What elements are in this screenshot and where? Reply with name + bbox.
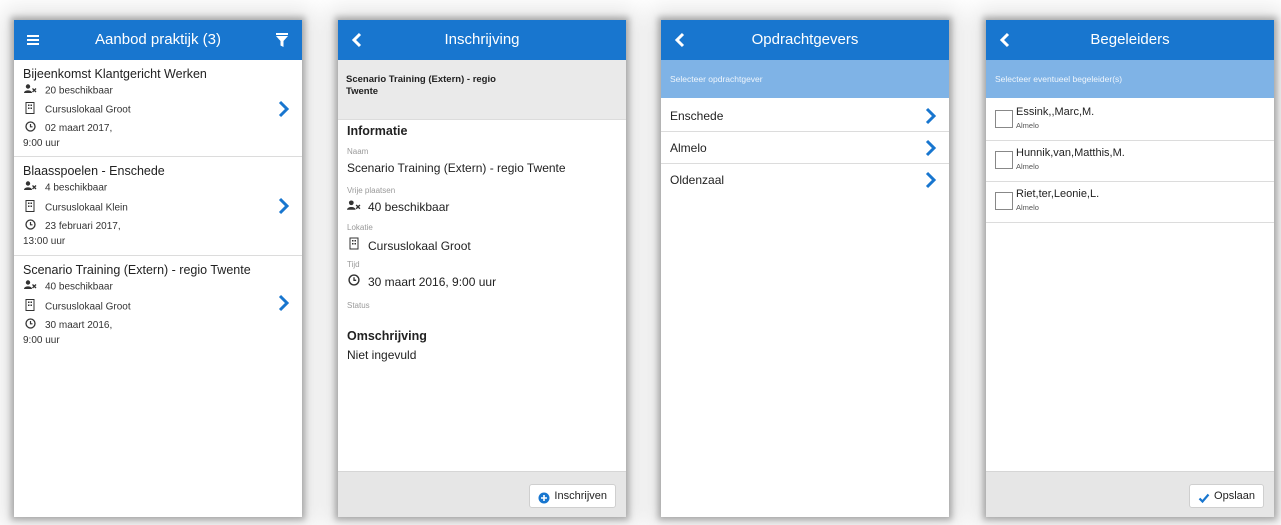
- chevron-right-icon[interactable]: [277, 100, 291, 118]
- person-city: Almelo: [1016, 203, 1039, 212]
- subheader-bar: Selecteer eventueel begeleider(s): [986, 60, 1274, 98]
- spots-value: 40 beschikbaar: [347, 200, 449, 214]
- back-icon[interactable]: [996, 30, 1016, 50]
- item-label: Oldenzaal: [670, 173, 725, 187]
- item-label: Enschede: [670, 109, 724, 123]
- list-item[interactable]: Blaasspoelen - Enschede 4 beschikbaar Cu…: [14, 157, 302, 256]
- name-value: Scenario Training (Extern) - regio Twent…: [347, 161, 566, 175]
- item-time: 9:00 uur: [23, 138, 60, 149]
- event-header-title: Scenario Training (Extern) - regio Twent…: [346, 74, 496, 97]
- person-name: Riet,ter,Leonie,L.: [1016, 188, 1100, 200]
- opslaan-button[interactable]: Opslaan: [1189, 484, 1264, 508]
- chevron-right-icon[interactable]: [277, 197, 291, 215]
- person-name: Essink,,Marc,M.: [1016, 106, 1095, 118]
- app-bar: Inschrijving: [338, 20, 626, 60]
- item-label: Almelo: [670, 141, 707, 155]
- item-date: 02 maart 2017,: [23, 121, 112, 135]
- info-heading: Informatie: [347, 124, 408, 138]
- plus-circle-icon: [538, 490, 550, 504]
- item-spots: 4 beschikbaar: [23, 181, 107, 195]
- event-header: Scenario Training (Extern) - regio Twent…: [338, 60, 626, 120]
- item-date: 23 februari 2017,: [23, 219, 121, 233]
- time-label: Tijd: [347, 260, 360, 269]
- users-icon: [23, 84, 37, 99]
- list-item[interactable]: Scenario Training (Extern) - regio Twent…: [14, 256, 302, 355]
- screen-begeleiders: Begeleiders Selecteer eventueel begeleid…: [986, 20, 1274, 517]
- spots-label: Vrije plaatsen: [347, 186, 396, 195]
- select-checkbox[interactable]: [995, 192, 1013, 210]
- chevron-right-icon[interactable]: [924, 107, 938, 125]
- location-label: Lokatie: [347, 223, 373, 232]
- page-title: Inschrijving: [444, 31, 520, 48]
- item-location: Cursuslokaal Groot: [23, 102, 131, 116]
- list-item[interactable]: Enschede: [661, 100, 949, 132]
- page-title: Aanbod praktijk (3): [95, 31, 221, 48]
- item-title: Bijeenkomst Klantgericht Werken: [23, 67, 207, 81]
- app-bar: Begeleiders: [986, 20, 1274, 60]
- page-title: Begeleiders: [1090, 31, 1170, 48]
- footer-bar: Opslaan: [986, 471, 1274, 517]
- app-bar: Opdrachtgevers: [661, 20, 949, 60]
- filter-icon[interactable]: [272, 30, 292, 50]
- select-checkbox[interactable]: [995, 151, 1013, 169]
- subheader-bar: Selecteer opdrachtgever: [661, 60, 949, 98]
- item-location: Cursuslokaal Groot: [23, 299, 131, 313]
- chevron-right-icon[interactable]: [924, 171, 938, 189]
- item-spots: 20 beschikbaar: [23, 84, 113, 98]
- inschrijven-button[interactable]: Inschrijven: [529, 484, 616, 508]
- item-time: 9:00 uur: [23, 335, 60, 346]
- users-icon: [23, 181, 37, 196]
- description-value: Niet ingevuld: [347, 348, 417, 362]
- list-item[interactable]: Bijeenkomst Klantgericht Werken 20 besch…: [14, 60, 302, 157]
- building-icon: [23, 299, 37, 316]
- location-value: Cursuslokaal Groot: [347, 237, 471, 253]
- clock-icon: [347, 274, 361, 289]
- item-title: Scenario Training (Extern) - regio Twent…: [23, 263, 251, 277]
- person-city: Almelo: [1016, 162, 1039, 171]
- users-icon: [347, 200, 361, 214]
- list-item: Essink,,Marc,M. Almelo: [986, 100, 1274, 141]
- subheader-text: Selecteer eventueel begeleider(s): [995, 74, 1123, 84]
- clock-icon: [23, 219, 37, 235]
- subheader-text: Selecteer opdrachtgever: [670, 74, 763, 84]
- screen-aanbod-praktijk: Aanbod praktijk (3) Bijeenkomst Klantger…: [14, 20, 302, 517]
- list-item[interactable]: Almelo: [661, 132, 949, 164]
- person-name: Hunnik,van,Matthis,M.: [1016, 147, 1125, 159]
- item-title: Blaasspoelen - Enschede: [23, 164, 165, 178]
- list-item[interactable]: Oldenzaal: [661, 164, 949, 196]
- description-heading: Omschrijving: [347, 329, 427, 343]
- back-icon[interactable]: [348, 30, 368, 50]
- screen-inschrijving: Inschrijving Scenario Training (Extern) …: [338, 20, 626, 517]
- select-checkbox[interactable]: [995, 110, 1013, 128]
- item-location: Cursuslokaal Klein: [23, 200, 128, 214]
- page-title: Opdrachtgevers: [751, 31, 859, 48]
- app-bar: Aanbod praktijk (3): [14, 20, 302, 60]
- list-item: Hunnik,van,Matthis,M. Almelo: [986, 141, 1274, 182]
- building-icon: [347, 237, 361, 253]
- status-label: Status: [347, 301, 370, 310]
- name-label: Naam: [347, 147, 369, 156]
- building-icon: [23, 200, 37, 217]
- chevron-right-icon[interactable]: [277, 294, 291, 312]
- list-item: Riet,ter,Leonie,L. Almelo: [986, 182, 1274, 223]
- item-spots: 40 beschikbaar: [23, 280, 113, 294]
- check-icon: [1198, 490, 1210, 504]
- clock-icon: [23, 318, 37, 334]
- chevron-right-icon[interactable]: [924, 139, 938, 157]
- time-value: 30 maart 2016, 9:00 uur: [347, 274, 496, 289]
- menu-icon[interactable]: [24, 30, 44, 50]
- screen-opdrachtgevers: Opdrachtgevers Selecteer opdrachtgever E…: [661, 20, 949, 517]
- person-city: Almelo: [1016, 121, 1039, 130]
- footer-bar: Inschrijven: [338, 471, 626, 517]
- back-icon[interactable]: [671, 30, 691, 50]
- clock-icon: [23, 121, 37, 137]
- item-time: 13:00 uur: [23, 236, 66, 247]
- item-date: 30 maart 2016,: [23, 318, 112, 332]
- users-icon: [23, 280, 37, 295]
- building-icon: [23, 102, 37, 119]
